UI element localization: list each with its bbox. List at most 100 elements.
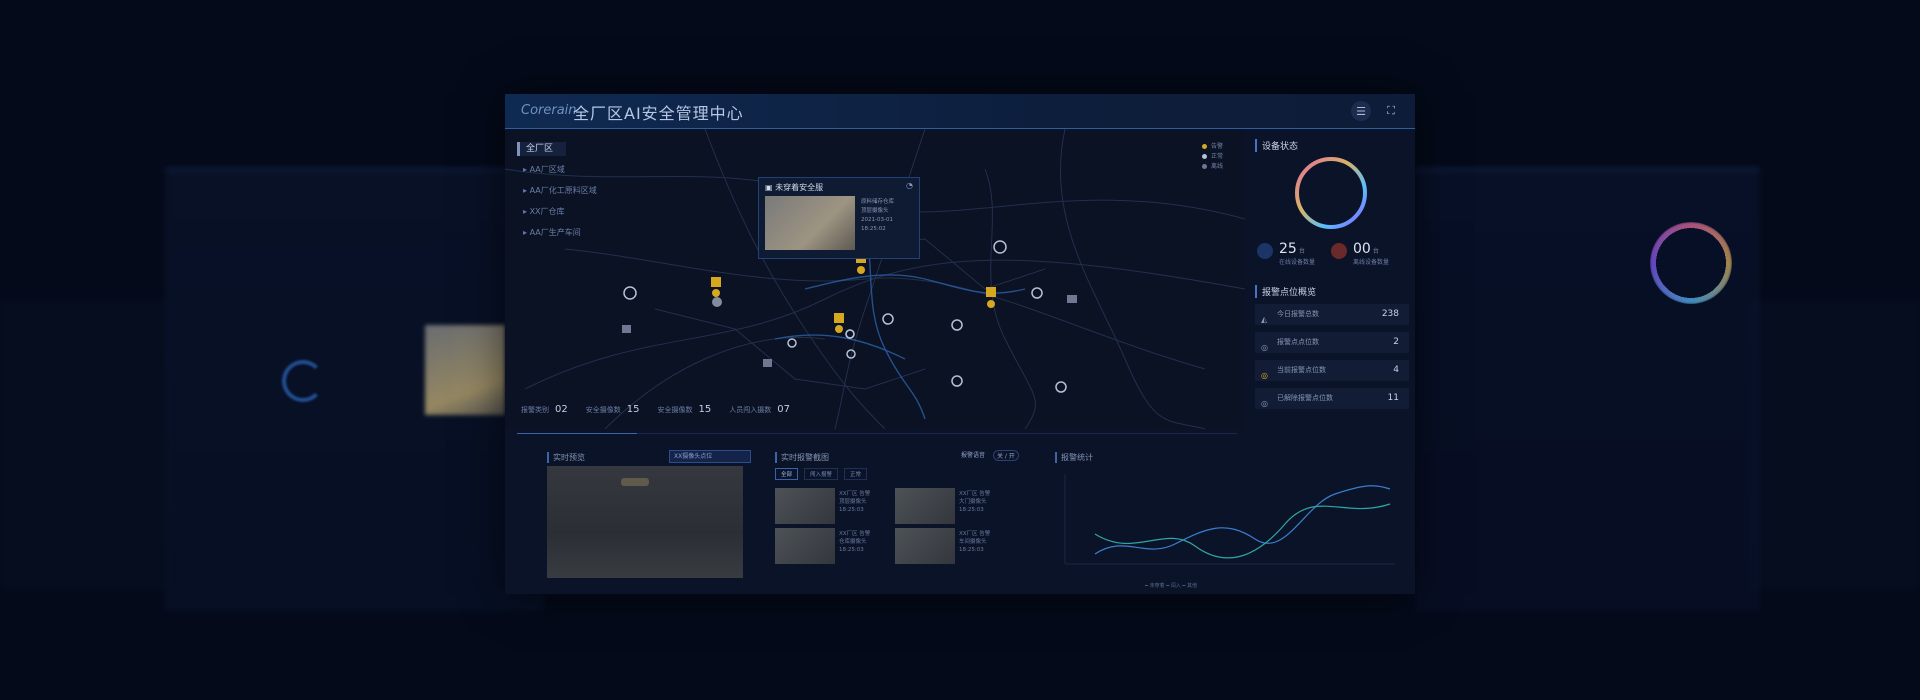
offline-devices: 00 台 离线设备数量	[1331, 241, 1389, 266]
alarm-marker-dot	[712, 289, 720, 297]
background-gauge	[282, 360, 324, 402]
stat-item: 人员闯入摄数 07	[729, 404, 790, 415]
settings-button[interactable]: ☰	[1351, 101, 1371, 121]
chart-series-line	[1094, 503, 1391, 559]
alarm-card[interactable]: XX厂区 告警 车间摄像头 18:25:03	[895, 528, 1013, 564]
legend-dot-offline	[1202, 164, 1207, 169]
offline-icon	[1331, 243, 1347, 259]
stat-item: 安全摄像数 15	[585, 404, 640, 415]
filter-all[interactable]: 全部	[775, 468, 799, 480]
sound-toggle[interactable]: 关 / 开	[993, 450, 1019, 461]
camera-marker[interactable]	[882, 313, 894, 325]
brand-logo: Corerain	[521, 103, 577, 118]
offline-marker[interactable]	[763, 359, 772, 367]
alarm-thumb	[775, 528, 835, 564]
filter-normal[interactable]: 正常	[844, 468, 868, 480]
alarm-overview-item: ◎ 报警点点位数 2	[1255, 332, 1409, 353]
alarm-stats-chart	[1055, 464, 1400, 582]
background-video-thumb	[425, 325, 505, 415]
alarm-marker[interactable]	[834, 313, 844, 323]
legend-dot-alarm	[1202, 144, 1207, 149]
alarm-marker-dot	[987, 300, 995, 308]
alarm-marker[interactable]	[986, 287, 996, 297]
filter-intrusion[interactable]: 闯入报警	[804, 468, 839, 480]
popup-title: ▣ 未穿着安全服	[765, 183, 824, 192]
camera-marker[interactable]	[845, 329, 855, 339]
camera-marker[interactable]	[623, 286, 637, 300]
background-status-ring	[1650, 222, 1732, 304]
alarm-filters: 全部 闯入报警 正常	[775, 468, 868, 480]
legend-label: 告警	[1211, 143, 1224, 150]
map-stats-bar: 报警类别 02 安全摄像数 15 安全摄像数 15 人员闯入摄数 07	[521, 404, 790, 415]
chart-series-line	[1094, 485, 1391, 555]
alarm-snapshot-title: 实时报警截图	[775, 452, 829, 463]
camera-select[interactable]: XX摄像头点位	[669, 450, 751, 463]
camera-marker[interactable]	[1031, 287, 1043, 299]
alarm-thumb	[895, 488, 955, 524]
alarm-marker-dot	[857, 266, 865, 274]
alarm-card[interactable]: XX厂区 告警 大门摄像头 18:25:03	[895, 488, 1013, 524]
legend-label: 离线	[1211, 163, 1224, 170]
road-network	[505, 129, 1245, 429]
preview-title: 实时预览	[547, 452, 585, 463]
fullscreen-button[interactable]: ⛶	[1381, 101, 1401, 121]
region-item[interactable]: AA厂化工原料区域	[523, 183, 597, 204]
camera-marker[interactable]	[787, 338, 797, 348]
clock-icon[interactable]: ◔	[906, 181, 913, 190]
camera-marker[interactable]	[993, 240, 1007, 254]
alarm-overview-item: ◭ 今日报警总数 238	[1255, 304, 1409, 325]
alarm-card[interactable]: XX厂区 告警 顶层摄像头 18:25:03	[775, 488, 893, 524]
location-icon: ◎	[1261, 343, 1268, 352]
region-item[interactable]: XX厂仓库	[523, 204, 597, 225]
region-item[interactable]: AA厂区域	[523, 162, 597, 183]
page-title: 全厂区AI安全管理中心	[573, 104, 744, 123]
popup-info: 原料储存仓库 顶层摄像头 2021-03-01 18:25:02	[861, 199, 895, 232]
alarm-overview-item: ◎ 当前报警点位数 4	[1255, 360, 1409, 381]
chart-legend: ━ 未穿着 ━ 闯入 ━ 其他	[1145, 583, 1197, 589]
alarm-total-icon: ◭	[1261, 315, 1268, 324]
device-status-title: 设备状态	[1255, 139, 1298, 152]
live-video[interactable]	[547, 466, 743, 578]
fullscreen-icon: ⛶	[1387, 104, 1395, 117]
region-selector[interactable]: 全厂区	[517, 142, 566, 156]
cleared-location-icon: ◎	[1261, 399, 1268, 408]
camera-markers	[622, 240, 1077, 393]
dashboard-window: Corerain 全厂区AI安全管理中心 ☰ ⛶ 全厂区 ▸ AA厂区域 ▸ A…	[505, 94, 1415, 594]
online-icon	[1257, 243, 1273, 259]
region-list: AA厂区域 AA厂化工原料区域 XX厂仓库 AA厂生产车间	[523, 162, 597, 246]
header-bar: Corerain 全厂区AI安全管理中心 ☰ ⛶	[505, 94, 1415, 129]
background-panel-left-edge	[0, 300, 170, 590]
alarm-overview-item: ◎ 已解除报警点位数 11	[1255, 388, 1409, 409]
map-view[interactable]: 全厂区 AA厂区域 AA厂化工原料区域 XX厂仓库 AA厂生产车间 告警 正常 …	[505, 129, 1245, 429]
camera-marker[interactable]	[712, 297, 722, 307]
alarm-marker-dot	[835, 325, 843, 333]
alarm-marker[interactable]	[711, 277, 721, 287]
camera-icon: ▣	[765, 183, 776, 192]
alarm-popup[interactable]: ▣ 未穿着安全服 ◔ 原料储存仓库 顶层摄像头 2021-03-01 18:25…	[758, 177, 920, 259]
right-panel: 设备状态 25 台 在线设备数量 00 台 离线设备数量 报警点位概览 ◭ 今日…	[1245, 129, 1415, 429]
sound-label: 报警语音	[961, 452, 986, 459]
sliders-icon: ☰	[1356, 104, 1366, 118]
camera-marker[interactable]	[951, 375, 963, 387]
map-legend: 告警 正常 离线	[1202, 141, 1223, 171]
alarm-thumb	[775, 488, 835, 524]
background-panel-right-edge	[1750, 300, 1920, 590]
offline-marker[interactable]	[1067, 295, 1077, 303]
offline-marker[interactable]	[622, 325, 631, 333]
alarm-stats-title: 报警统计	[1055, 452, 1093, 463]
timeline-progress[interactable]	[517, 433, 1237, 434]
alarm-overview-title: 报警点位概览	[1255, 285, 1316, 298]
device-status-ring	[1293, 155, 1369, 231]
legend-label: 正常	[1211, 153, 1224, 160]
camera-marker[interactable]	[951, 319, 963, 331]
alarm-thumb	[895, 528, 955, 564]
stat-item: 报警类别 02	[521, 404, 568, 415]
bottom-panels: 实时预览 XX摄像头点位 实时报警截图 报警语音 关 / 开 全部 闯入报警 正…	[505, 440, 1415, 594]
popup-snapshot[interactable]	[765, 196, 855, 250]
online-devices: 25 台 在线设备数量	[1257, 241, 1315, 266]
legend-dot-normal	[1202, 154, 1207, 159]
camera-marker[interactable]	[1055, 381, 1067, 393]
region-item[interactable]: AA厂生产车间	[523, 225, 597, 246]
alarm-card[interactable]: XX厂区 告警 仓库摄像头 18:25:03	[775, 528, 893, 564]
warning-location-icon: ◎	[1261, 371, 1268, 380]
